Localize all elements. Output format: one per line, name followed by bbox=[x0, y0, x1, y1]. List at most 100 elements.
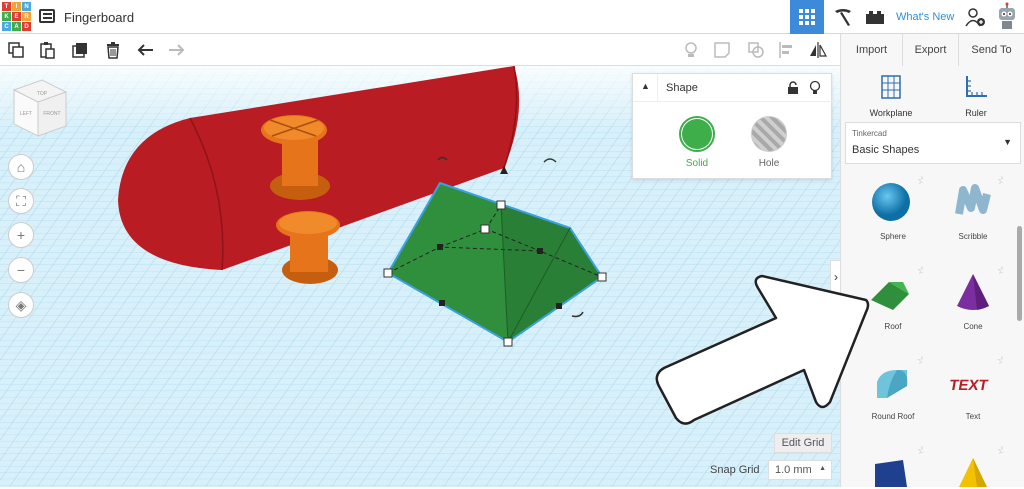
collapse-triangle-icon[interactable]: ▲ bbox=[641, 81, 650, 91]
ruler-label: Ruler bbox=[965, 108, 987, 118]
design-title[interactable]: Fingerboard bbox=[64, 10, 134, 25]
workplane-icon bbox=[881, 75, 901, 99]
solid-button[interactable] bbox=[679, 116, 715, 152]
hole-label: Hole bbox=[758, 158, 780, 169]
sidebar-scrollbar[interactable] bbox=[1017, 226, 1022, 321]
snap-grid-value: 1.0 mm bbox=[775, 464, 812, 476]
view-cube[interactable]: TOP LEFT FRONT bbox=[12, 79, 68, 137]
group-button[interactable] bbox=[746, 40, 766, 60]
mirror-icon bbox=[810, 42, 828, 58]
workplane-label: Workplane bbox=[869, 108, 913, 118]
logo-letter: N bbox=[22, 2, 31, 11]
shape-label: Text bbox=[965, 412, 981, 421]
copy-icon bbox=[8, 42, 24, 58]
svg-text:☆: ☆ bbox=[917, 264, 923, 277]
cube-icon: ◈ bbox=[15, 296, 27, 313]
ruler-button[interactable]: Ruler bbox=[951, 74, 1001, 118]
lego-bricks-button[interactable] bbox=[860, 0, 890, 34]
logo-letter: K bbox=[2, 12, 11, 21]
top-bar: T I N K E R C A D Fingerboard What's New bbox=[0, 0, 1024, 34]
snap-grid-select[interactable]: 1.0 mm ▲ bbox=[768, 460, 832, 480]
bulb-icon[interactable] bbox=[809, 80, 821, 96]
library-name: Basic Shapes bbox=[852, 144, 920, 156]
minecraft-button[interactable] bbox=[826, 0, 860, 34]
send-to-button[interactable]: Send To bbox=[958, 34, 1024, 66]
lock-icon[interactable] bbox=[787, 81, 799, 95]
brick-icon bbox=[866, 11, 884, 24]
svg-text:☆: ☆ bbox=[917, 444, 923, 457]
shape-label: Cone bbox=[963, 322, 983, 331]
view-cube-left: LEFT bbox=[20, 111, 32, 117]
dropdown-caret-icon: ▼ bbox=[1003, 137, 1012, 147]
note-icon bbox=[714, 42, 730, 58]
cone-icon: ☆ bbox=[957, 264, 1007, 310]
pickaxe-icon bbox=[835, 9, 851, 26]
ortho-view-button[interactable]: ◈ bbox=[8, 292, 34, 318]
pyramid-icon: ☆ bbox=[959, 444, 1007, 487]
undo-button[interactable] bbox=[136, 40, 156, 60]
tinkercad-logo[interactable]: T I N K E R C A D bbox=[2, 2, 31, 31]
home-view-button[interactable]: ⌂ bbox=[8, 154, 34, 180]
shape-tile-text[interactable]: TEXT ☆ Text bbox=[933, 354, 1013, 421]
paste-button[interactable] bbox=[37, 40, 57, 60]
svg-text:☆: ☆ bbox=[997, 444, 1003, 457]
scribble-icon: ☆ bbox=[955, 174, 1007, 215]
invite-user-button[interactable] bbox=[960, 0, 990, 34]
undo-icon bbox=[137, 44, 153, 56]
logo-letter: D bbox=[22, 22, 31, 31]
duplicate-button[interactable] bbox=[70, 40, 90, 60]
grid-icon bbox=[799, 9, 815, 25]
edit-toolbar bbox=[0, 34, 840, 66]
add-user-icon bbox=[965, 8, 985, 27]
import-button[interactable]: Import bbox=[840, 34, 902, 66]
ruler-icon bbox=[966, 76, 987, 97]
caret-up-icon: ▲ bbox=[819, 465, 826, 472]
group-icon bbox=[748, 42, 764, 58]
hole-button[interactable] bbox=[751, 116, 787, 152]
whats-new-link[interactable]: What's New bbox=[896, 11, 954, 23]
shape-tile-pyramid-partial[interactable]: ☆ bbox=[933, 444, 1013, 489]
fit-icon: ⛶ bbox=[16, 192, 26, 209]
text-sample: TEXT bbox=[948, 377, 990, 394]
copy-button[interactable] bbox=[6, 40, 26, 60]
shape-tile-sphere[interactable]: ☆ Sphere bbox=[853, 174, 933, 241]
duplicate-icon bbox=[72, 43, 87, 58]
logo-letter: T bbox=[2, 2, 11, 11]
shape-tile-box-partial[interactable]: ☆ bbox=[853, 444, 933, 489]
edit-grid-button[interactable]: Edit Grid bbox=[774, 433, 832, 453]
align-button[interactable] bbox=[777, 40, 797, 60]
solid-label: Solid bbox=[685, 158, 709, 169]
mirror-button[interactable] bbox=[808, 40, 828, 60]
svg-text:☆: ☆ bbox=[997, 174, 1003, 187]
minus-icon: − bbox=[16, 262, 26, 278]
shape-tile-scribble[interactable]: ☆ Scribble bbox=[933, 174, 1013, 241]
zoom-out-button[interactable]: − bbox=[8, 257, 34, 283]
shape-panel-header: ▲ Shape bbox=[633, 74, 833, 102]
light-button[interactable] bbox=[681, 40, 701, 60]
shape-label: Sphere bbox=[880, 232, 906, 241]
delete-button[interactable] bbox=[103, 40, 123, 60]
shape-inspector-panel: ▲ Shape Solid Hole bbox=[632, 73, 833, 179]
library-source: Tinkercad bbox=[852, 129, 887, 138]
shape-library-select[interactable]: Tinkercad Basic Shapes ▼ bbox=[845, 122, 1021, 164]
svg-text:☆: ☆ bbox=[917, 174, 923, 187]
text-3d-icon: TEXT ☆ bbox=[948, 354, 1007, 394]
roof-icon: ☆ bbox=[871, 264, 927, 310]
design-list-icon[interactable] bbox=[39, 9, 55, 23]
export-button[interactable]: Export bbox=[902, 34, 958, 66]
workplane-button[interactable]: Workplane bbox=[866, 74, 916, 118]
3d-design-view-button[interactable] bbox=[790, 0, 824, 34]
shape-tile-cone[interactable]: ☆ Cone bbox=[933, 264, 1013, 331]
align-icon bbox=[779, 42, 792, 58]
zoom-in-button[interactable]: + bbox=[8, 222, 34, 248]
user-avatar[interactable] bbox=[992, 0, 1022, 34]
trash-icon bbox=[107, 42, 119, 59]
home-icon: ⌂ bbox=[16, 159, 26, 175]
logo-letter: A bbox=[12, 22, 21, 31]
redo-button[interactable] bbox=[166, 40, 186, 60]
note-button[interactable] bbox=[712, 40, 732, 60]
fit-view-button[interactable]: ⛶ bbox=[8, 188, 34, 214]
paste-icon bbox=[40, 42, 55, 59]
box-icon: ☆ bbox=[875, 444, 927, 487]
snap-grid-label: Snap Grid bbox=[710, 464, 760, 476]
